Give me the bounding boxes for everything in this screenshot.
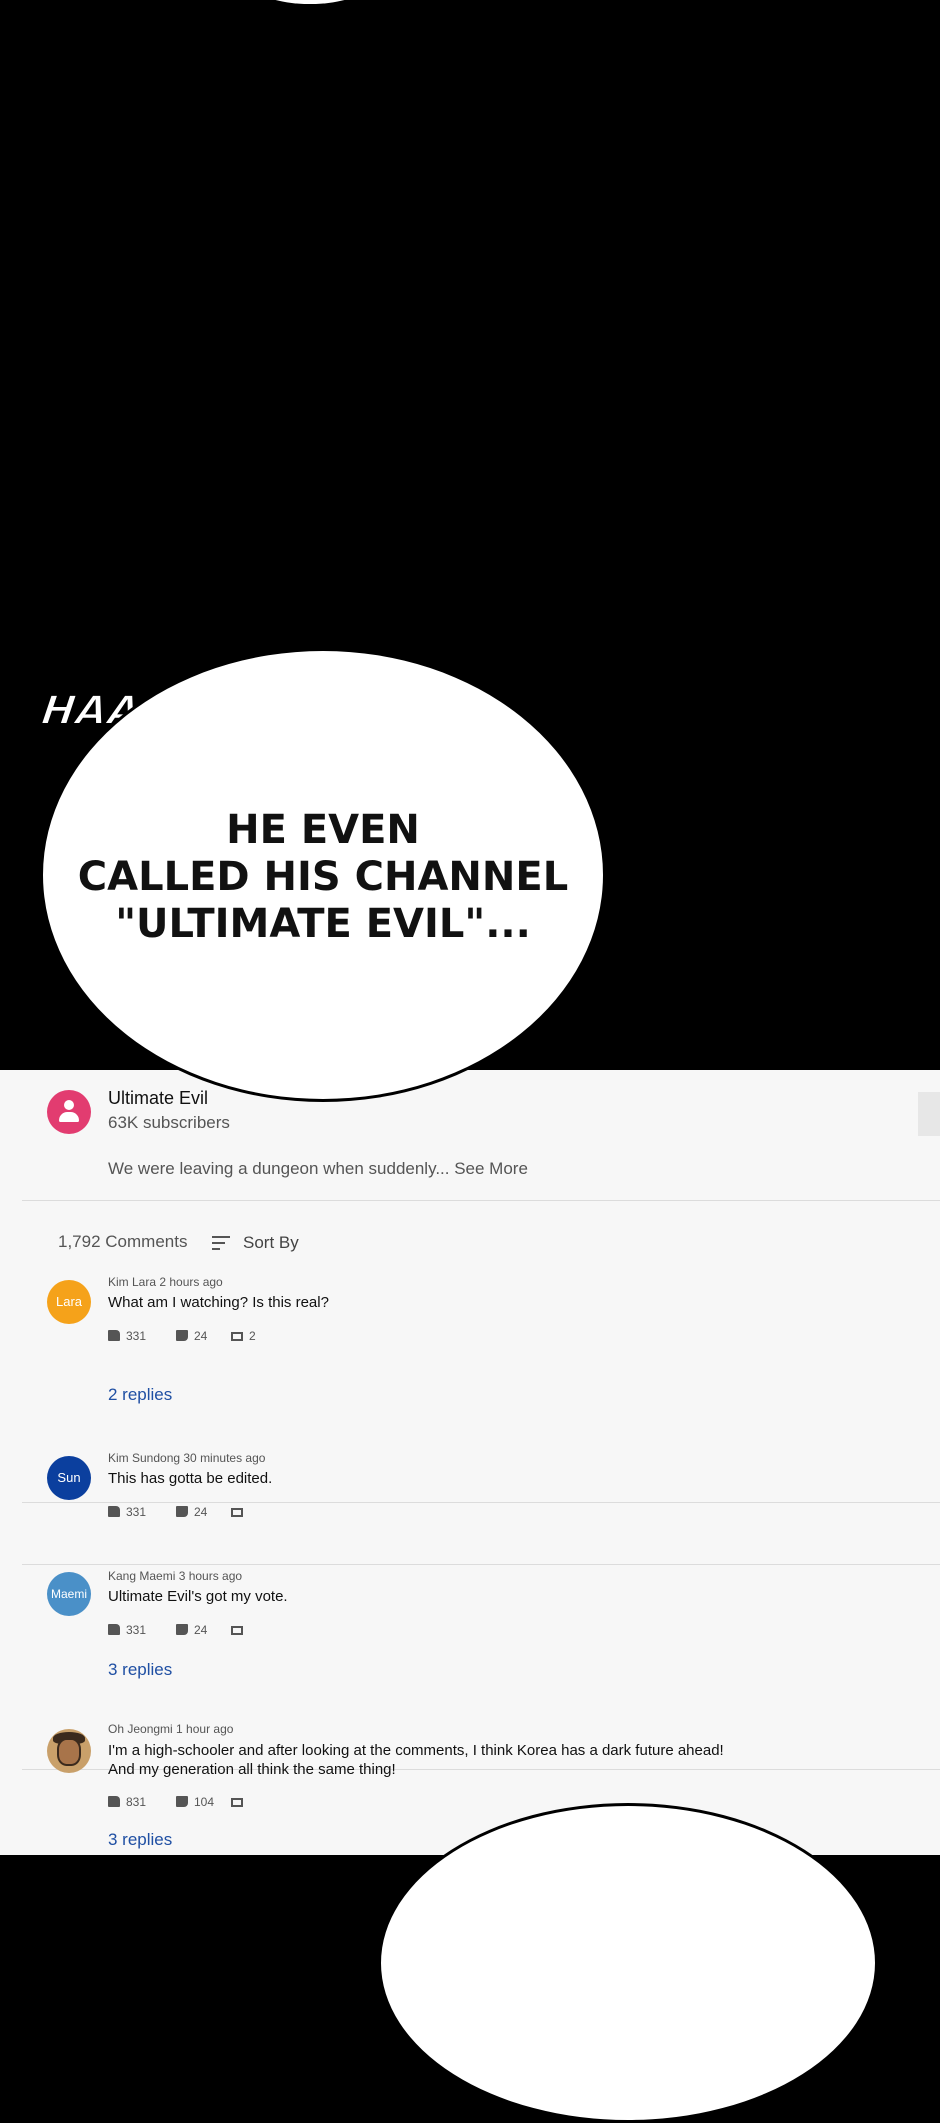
dislike-count: 24 [194, 1505, 208, 1519]
avatar-face [57, 1738, 81, 1766]
comment-author-time: Kim Lara 2 hours ago [108, 1275, 223, 1289]
comment-actions: 331 24 [108, 1623, 308, 1639]
reply-button[interactable]: 2 [231, 1329, 256, 1343]
speech-text: HE EVEN CALLED HIS CHANNEL "ULTIMATE EVI… [43, 807, 603, 948]
comment-text-line-2: And my generation all think the same thi… [108, 1761, 396, 1778]
like-button[interactable]: 331 [108, 1623, 146, 1637]
comment-icon [231, 1332, 243, 1341]
like-button[interactable]: 331 [108, 1505, 146, 1519]
reply-count: 2 [249, 1329, 256, 1343]
dislike-count: 24 [194, 1329, 208, 1343]
thumbs-up-icon [108, 1330, 120, 1341]
top-speech-bubble-edge [250, 0, 370, 4]
thumbs-up-icon [108, 1506, 120, 1517]
comment-author-time: Kim Sundong 30 minutes ago [108, 1451, 266, 1465]
sort-icon[interactable] [212, 1236, 230, 1250]
view-replies-link[interactable]: 2 replies [108, 1385, 172, 1405]
person-icon [64, 1100, 74, 1110]
thumbs-down-icon [176, 1624, 188, 1635]
view-replies-link[interactable]: 3 replies [108, 1830, 172, 1850]
thumbs-up-icon [108, 1796, 120, 1807]
speech-line-2: CALLED HIS CHANNEL [77, 854, 569, 900]
dislike-count: 24 [194, 1623, 208, 1637]
comment-text: This has gotta be edited. [108, 1470, 273, 1487]
thumbs-down-icon [176, 1796, 188, 1807]
thumbs-down-icon [176, 1506, 188, 1517]
comment-text: Ultimate Evil's got my vote. [108, 1588, 288, 1605]
avatar[interactable]: Sun [47, 1456, 91, 1500]
bottom-speech-bubble [378, 1803, 878, 2123]
speech-line-1: HE EVEN [226, 807, 420, 853]
like-count: 331 [126, 1329, 147, 1343]
comment-text: What am I watching? Is this real? [108, 1294, 329, 1311]
reply-button[interactable] [231, 1795, 249, 1809]
comment-actions: 331 24 2 [108, 1329, 308, 1345]
channel-avatar[interactable] [47, 1090, 91, 1134]
avatar[interactable] [47, 1729, 91, 1773]
comment-count: 1,792 Comments [58, 1232, 188, 1251]
like-count: 331 [126, 1623, 147, 1637]
video-description[interactable]: We were leaving a dungeon when suddenly.… [108, 1159, 528, 1179]
channel-name[interactable]: Ultimate Evil [108, 1088, 208, 1109]
subscribe-button[interactable]: Su [918, 1092, 940, 1136]
like-button[interactable]: 331 [108, 1329, 146, 1343]
comment-item: Sun Kim Sundong 30 minutes ago This has … [22, 1448, 940, 1565]
comment-icon [231, 1798, 243, 1807]
dislike-button[interactable]: 24 [176, 1505, 207, 1519]
comment-text: I'm a high-schooler and after looking at… [108, 1741, 724, 1779]
comment-icon [231, 1626, 243, 1635]
sort-by-button[interactable]: Sort By [243, 1233, 299, 1253]
person-icon-body [59, 1112, 79, 1122]
thumbs-down-icon [176, 1330, 188, 1341]
dislike-button[interactable]: 24 [176, 1329, 207, 1343]
comment-text-line-1: I'm a high-schooler and after looking at… [108, 1742, 724, 1759]
channel-info: Ultimate Evil 63K subscribers We were le… [22, 1070, 940, 1201]
comment-actions: 831 104 [108, 1795, 308, 1811]
dislike-button[interactable]: 24 [176, 1623, 207, 1637]
like-button[interactable]: 831 [108, 1795, 146, 1809]
comment-author-time: Kang Maemi 3 hours ago [108, 1569, 243, 1583]
video-comments-panel: Ultimate Evil 63K subscribers We were le… [0, 1070, 940, 1855]
comment-actions: 331 24 [108, 1505, 308, 1521]
view-replies-link[interactable]: 3 replies [108, 1660, 172, 1680]
speech-bubble: HE EVEN CALLED HIS CHANNEL "ULTIMATE EVI… [40, 648, 606, 1102]
like-count: 331 [126, 1505, 147, 1519]
dislike-button[interactable]: 104 [176, 1795, 214, 1809]
dislike-count: 104 [194, 1795, 215, 1809]
comment-author-time: Oh Jeongmi 1 hour ago [108, 1722, 234, 1736]
speech-line-3: "ULTIMATE EVIL"... [115, 901, 531, 947]
reply-button[interactable] [231, 1623, 249, 1637]
avatar[interactable]: Lara [47, 1280, 91, 1324]
reply-button[interactable] [231, 1505, 249, 1519]
thumbs-up-icon [108, 1624, 120, 1635]
avatar[interactable]: Maemi [47, 1572, 91, 1616]
subscriber-count: 63K subscribers [108, 1113, 230, 1132]
comment-icon [231, 1508, 243, 1517]
like-count: 831 [126, 1795, 147, 1809]
